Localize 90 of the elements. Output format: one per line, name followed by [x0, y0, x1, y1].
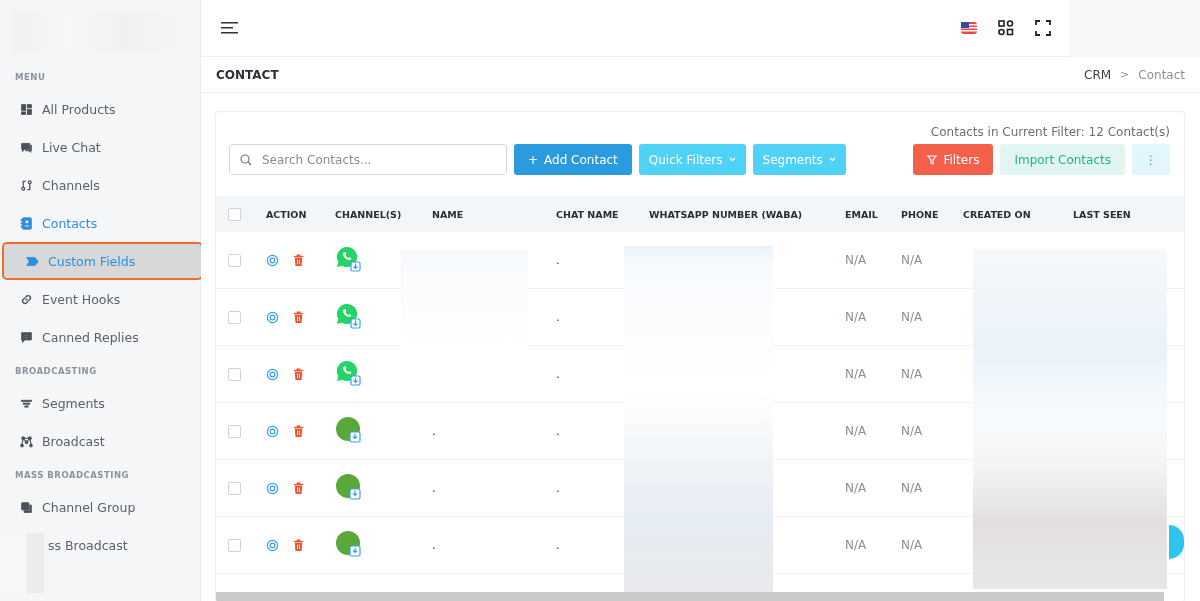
sidebar-item[interactable]: Broadcast [0, 422, 200, 460]
sidebar-item[interactable]: Channels [0, 166, 200, 204]
column-header: PHONE [901, 208, 939, 220]
phone-cell: N/A [901, 253, 923, 267]
copy-icon [20, 500, 33, 514]
breadcrumb-item[interactable]: CRM [1084, 67, 1112, 82]
email-cell: N/A [845, 367, 867, 381]
chat-name-cell: . [556, 253, 560, 267]
delete-icon[interactable] [292, 367, 305, 381]
page-title: CONTACT [216, 67, 279, 82]
select-all-checkbox[interactable] [228, 207, 241, 221]
message-icon [20, 330, 33, 344]
phone-cell: N/A [901, 424, 923, 438]
column-header: EMAIL [845, 208, 878, 220]
horizontal-scrollbar[interactable] [216, 592, 1164, 601]
delete-icon[interactable] [292, 538, 305, 552]
delete-icon[interactable] [292, 253, 305, 267]
row-checkbox[interactable] [228, 310, 241, 324]
caret-icon [728, 157, 736, 162]
row-checkbox[interactable] [228, 424, 241, 438]
grid-icon [20, 102, 33, 116]
route-icon [20, 178, 33, 192]
view-icon[interactable] [266, 367, 279, 381]
chat-name-cell: . [556, 424, 560, 438]
view-icon[interactable] [266, 310, 279, 324]
sidebar-item[interactable]: Canned Replies [0, 318, 200, 356]
chat-name-cell: . [556, 538, 560, 552]
phone-cell: N/A [901, 310, 923, 324]
name-cell: . [432, 481, 436, 495]
section-heading: BROADCASTING [14, 365, 98, 378]
delete-icon[interactable] [292, 310, 305, 324]
column-header: NAME [432, 208, 464, 220]
row-checkbox[interactable] [228, 538, 241, 552]
search-field[interactable]: Search Contacts... [229, 144, 507, 175]
search-input[interactable]: Search Contacts... [262, 146, 496, 173]
contact-count: Contacts in Current Filter: 12 Contact(s) [930, 125, 1170, 139]
column-header: CHAT NAME [556, 208, 619, 220]
fullscreen-icon[interactable] [1034, 19, 1052, 37]
sidebar-item[interactable]: Event Hooks [0, 280, 200, 318]
name-cell: . [432, 538, 436, 552]
filters-button[interactable]: Filters [913, 144, 994, 175]
caret-icon [828, 157, 836, 162]
section-heading: MENU [14, 71, 47, 84]
chat-name-cell: . [556, 310, 560, 324]
sidebar-item[interactable]: Contacts [0, 204, 200, 242]
column-header: WHATSAPP NUMBER (WABA) [649, 208, 803, 220]
delete-icon[interactable] [292, 424, 305, 438]
filter-icon [927, 154, 938, 165]
flag-icon[interactable] [960, 19, 978, 37]
add-contact-button[interactable]: + Add Contact [514, 144, 632, 175]
phone-cell: N/A [901, 538, 923, 552]
email-cell: N/A [845, 538, 867, 552]
delete-icon[interactable] [292, 481, 305, 495]
phone-cell: N/A [901, 367, 923, 381]
email-cell: N/A [845, 310, 867, 324]
column-header: LAST SEEN [1073, 208, 1131, 220]
sidebar-item[interactable]: Channel Group [0, 488, 200, 526]
chat-icon [20, 140, 33, 154]
column-header: ACTION [266, 208, 307, 220]
row-checkbox[interactable] [228, 253, 241, 267]
chat-button[interactable] [1169, 525, 1184, 559]
tag-icon [26, 254, 39, 268]
view-icon[interactable] [266, 424, 279, 438]
email-cell: N/A [845, 481, 867, 495]
column-header: CHANNEL(S) [335, 208, 402, 220]
search-icon [240, 153, 252, 166]
name-cell: . [432, 424, 436, 438]
nodes-icon [20, 434, 33, 448]
contact-icon [20, 216, 33, 230]
menu-icon[interactable] [221, 21, 239, 35]
breadcrumb-item: Contact [1138, 67, 1185, 82]
row-checkbox[interactable] [228, 367, 241, 381]
sidebar-item[interactable]: All Products [0, 90, 200, 128]
sidebar-item[interactable]: ss Broadcast [44, 526, 200, 564]
sidebar-item[interactable]: Segments [0, 384, 200, 422]
apps-icon[interactable] [997, 19, 1015, 37]
breadcrumb-separator: > [1120, 68, 1130, 81]
section-heading: MASS BROADCASTING [14, 469, 130, 482]
phone-cell: N/A [901, 481, 923, 495]
sidebar-item[interactable]: Live Chat [0, 128, 200, 166]
link-icon [20, 292, 33, 306]
view-icon[interactable] [266, 253, 279, 267]
view-icon[interactable] [266, 481, 279, 495]
chat-name-cell: . [556, 367, 560, 381]
email-cell: N/A [845, 424, 867, 438]
view-icon[interactable] [266, 538, 279, 552]
email-cell: N/A [845, 253, 867, 267]
column-header: CREATED ON [963, 208, 1031, 220]
chat-name-cell: . [556, 481, 560, 495]
row-checkbox[interactable] [228, 481, 241, 495]
